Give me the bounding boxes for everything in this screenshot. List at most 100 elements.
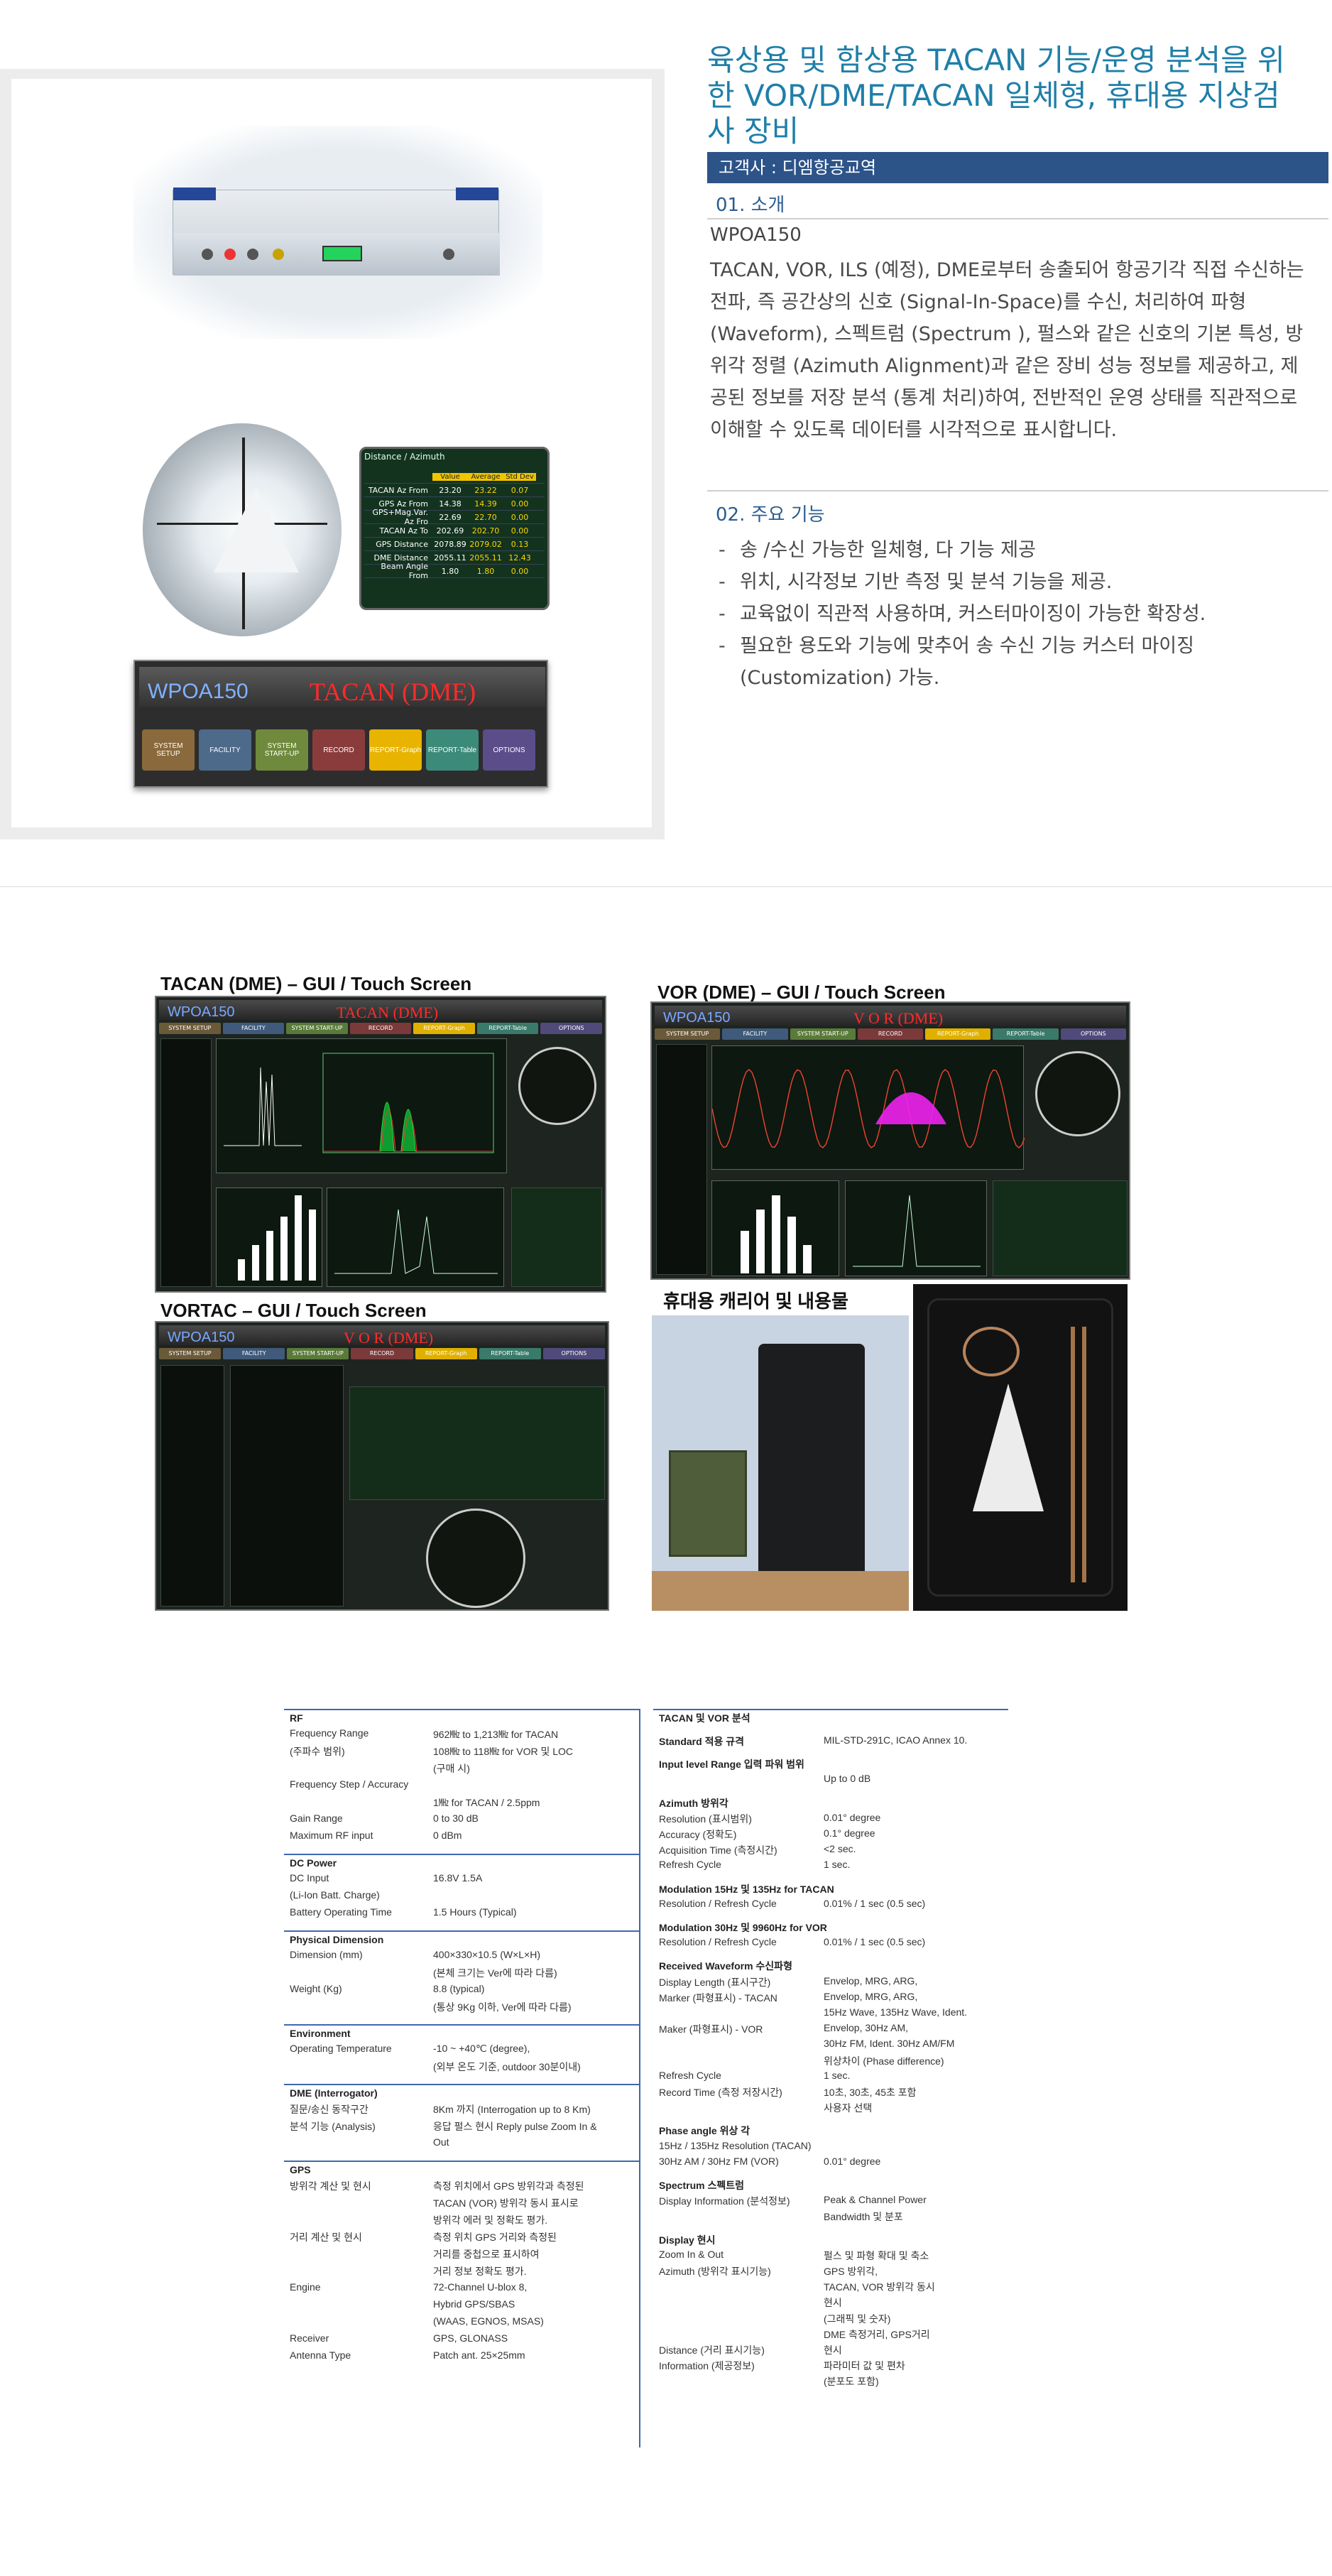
gui-tab[interactable]: OPTIONS xyxy=(540,1023,603,1034)
gui-side-panel xyxy=(656,1044,707,1275)
spectrum-plot xyxy=(327,1188,504,1287)
results-table xyxy=(511,1188,602,1287)
spec-value: 72-Channel U-blox 8, xyxy=(433,2281,528,2293)
table-row: TACAN Az From 23.20 23.22 0.07 xyxy=(364,484,545,497)
gui-tab[interactable]: OPTIONS xyxy=(1060,1028,1126,1040)
gui-name: WPOA150 xyxy=(663,1010,731,1026)
spec-section-header: RF xyxy=(284,1709,639,1724)
gui-tab[interactable]: OPTIONS xyxy=(542,1348,605,1359)
gui-tab[interactable]: RECORD xyxy=(349,1023,412,1034)
device-menu-button[interactable]: SYSTEM SETUP xyxy=(142,729,195,771)
vor-waveform-chart xyxy=(711,1069,1025,1148)
spec-value: 30Hz FM, Ident. 30Hz AM/FM xyxy=(824,2038,955,2050)
spec-value: 방위각 에러 및 정확도 평가. xyxy=(433,2214,548,2226)
gui-tab[interactable]: FACILITY xyxy=(222,1023,285,1034)
device-menu-button[interactable]: OPTIONS xyxy=(483,729,535,771)
antenna-photo xyxy=(143,423,342,636)
gui-tab[interactable]: SYSTEM SETUP xyxy=(655,1028,721,1040)
section-divider xyxy=(0,886,1332,887)
carrier-contents-photo xyxy=(913,1284,1128,1611)
device-display xyxy=(322,246,362,261)
gui-tab[interactable]: SYSTEM START-UP xyxy=(286,1023,348,1034)
waveform-plot xyxy=(711,1045,1025,1170)
spec-value: (WAAS, EGNOS, MSAS) xyxy=(433,2315,544,2327)
list-item: - 교육없이 직관적 사용하며, 커스터마이징이 가능한 확장성. xyxy=(719,603,1206,625)
spec-key: Resolution / Refresh Cycle xyxy=(659,1897,777,1909)
histogram-chart xyxy=(238,1195,316,1281)
spec-value: Out xyxy=(433,2136,449,2148)
spec-value: 거리를 중첩으로 표시하여 xyxy=(433,2249,540,2260)
spec-value: 0.01° degree xyxy=(824,2155,881,2167)
spec-value: 현시 xyxy=(824,2297,842,2309)
spec-value: 0 to 30 dB xyxy=(433,1813,479,1824)
spec-value: Envelop, MRG, ARG, xyxy=(824,1974,918,1987)
spec-key: Dimension (mm) xyxy=(290,1949,363,1960)
spec-value: 1 sec. xyxy=(824,1859,851,1871)
spec-value: Bandwidth 및 분포 xyxy=(824,2211,903,2223)
device-menu-button[interactable]: REPORT-Table xyxy=(426,729,479,771)
gui-name: WPOA150 xyxy=(168,1330,235,1345)
gui-tab[interactable]: SYSTEM SETUP xyxy=(159,1023,221,1034)
device-menu-button[interactable]: FACILITY xyxy=(199,729,251,771)
spec-key: 30Hz AM / 30Hz FM (VOR) xyxy=(659,2155,779,2167)
section-heading-intro: 01. 소개 xyxy=(716,195,785,216)
list-item: - 위치, 시각정보 기반 측정 및 분석 기능을 제공. xyxy=(719,571,1113,593)
device-menu-button[interactable]: SYSTEM START-UP xyxy=(256,729,308,771)
gui-tab[interactable]: REPORT-Graph xyxy=(415,1348,477,1359)
device-menu-button[interactable]: RECORD xyxy=(312,729,365,771)
spec-value: 0.01% / 1 sec (0.5 sec) xyxy=(824,1897,926,1909)
spec-key: Maximum RF input xyxy=(290,1830,373,1841)
spec-key: Antenna Type xyxy=(290,2349,351,2361)
gui-tab[interactable]: SYSTEM START-UP xyxy=(790,1028,856,1040)
spec-value: 현시 xyxy=(824,2344,842,2356)
spec-value: Patch ant. 25×25mm xyxy=(433,2349,525,2361)
gui-side-panel xyxy=(160,1365,224,1607)
spec-key: Resolution (표시범위) xyxy=(659,1813,752,1825)
table-row: GPS Distance 2078.89 2079.02 0.13 xyxy=(364,538,545,551)
tripod-leg xyxy=(1082,1327,1086,1582)
spec-value: (외부 온도 기준, outdoor 30분이내) xyxy=(433,2061,581,2072)
gui-tab[interactable]: FACILITY xyxy=(223,1348,285,1359)
product-description: TACAN, VOR, ILS (예정), DME로부터 송출되어 항공기각 직… xyxy=(710,259,1304,441)
options-panel xyxy=(230,1365,344,1607)
spec-key: (Li-Ion Batt. Charge) xyxy=(290,1889,380,1901)
spec-value: 8Km 까지 (Interrogation up to 8 Km) xyxy=(433,2104,591,2115)
spec-key: Refresh Cycle xyxy=(659,1859,721,1871)
gui-tab[interactable]: RECORD xyxy=(351,1348,413,1359)
gui-tab[interactable]: REPORT-Graph xyxy=(925,1028,991,1040)
device-menu-button[interactable]: REPORT-Graph xyxy=(369,729,422,771)
spec-key: 방위각 계산 및 현시 xyxy=(290,2180,371,2192)
antenna-horn xyxy=(214,487,299,572)
gui-tab[interactable]: SYSTEM SETUP xyxy=(159,1348,222,1359)
spec-divider xyxy=(639,1709,640,2447)
azimuth-table-title: Distance / Azimuth xyxy=(364,452,445,462)
gui-tab[interactable]: REPORT-Table xyxy=(993,1028,1059,1040)
gui-tab[interactable]: REPORT-Table xyxy=(476,1023,539,1034)
gui-tab[interactable]: FACILITY xyxy=(722,1028,788,1040)
connector-icon xyxy=(247,249,258,260)
client-bar: 고객사 : 디엠항공교역 xyxy=(707,152,1328,183)
spec-value: MIL-STD-291C, ICAO Annex 10. xyxy=(824,1734,968,1746)
gui-tab[interactable]: REPORT-Table xyxy=(479,1348,541,1359)
gui-tab[interactable]: RECORD xyxy=(857,1028,924,1040)
spec-key: Accuracy (정확도) xyxy=(659,1829,737,1840)
spec-key: Gain Range xyxy=(290,1813,343,1824)
connector-icon xyxy=(202,249,213,260)
spec-value: 측정 위치 GPS 거리와 측정된 xyxy=(433,2232,557,2243)
spec-key: Frequency Step / Accuracy xyxy=(290,1778,409,1790)
device-name: WPOA150 xyxy=(148,680,249,703)
gui-tabs: SYSTEM SETUP FACILITY SYSTEM START-UP RECOR… xyxy=(655,1028,1126,1040)
connector-icon xyxy=(273,249,284,260)
tacan-gui-label: TACAN (DME) – GUI / Touch Screen xyxy=(160,973,472,994)
product-photo-collage: Distance / Azimuth Value Average Std Dev… xyxy=(11,79,652,827)
gui-tab[interactable]: REPORT-Graph xyxy=(413,1023,475,1034)
device-mode: TACAN (DME) xyxy=(310,678,476,706)
list-item: -송 /수신 가능한 일체형, 다 기능 제공 xyxy=(719,539,1036,561)
device-handle-right xyxy=(456,188,498,200)
spec-value: (그래픽 및 숫자) xyxy=(824,2313,891,2325)
spec-value: (구매 시) xyxy=(433,1763,470,1774)
spec-value: Envelop, 30Hz AM, xyxy=(824,2022,909,2034)
gui-tab[interactable]: SYSTEM START-UP xyxy=(287,1348,349,1359)
spec-value: 1㎒ for TACAN / 2.5ppm xyxy=(433,1797,540,1808)
spec-key: Engine xyxy=(290,2281,321,2293)
